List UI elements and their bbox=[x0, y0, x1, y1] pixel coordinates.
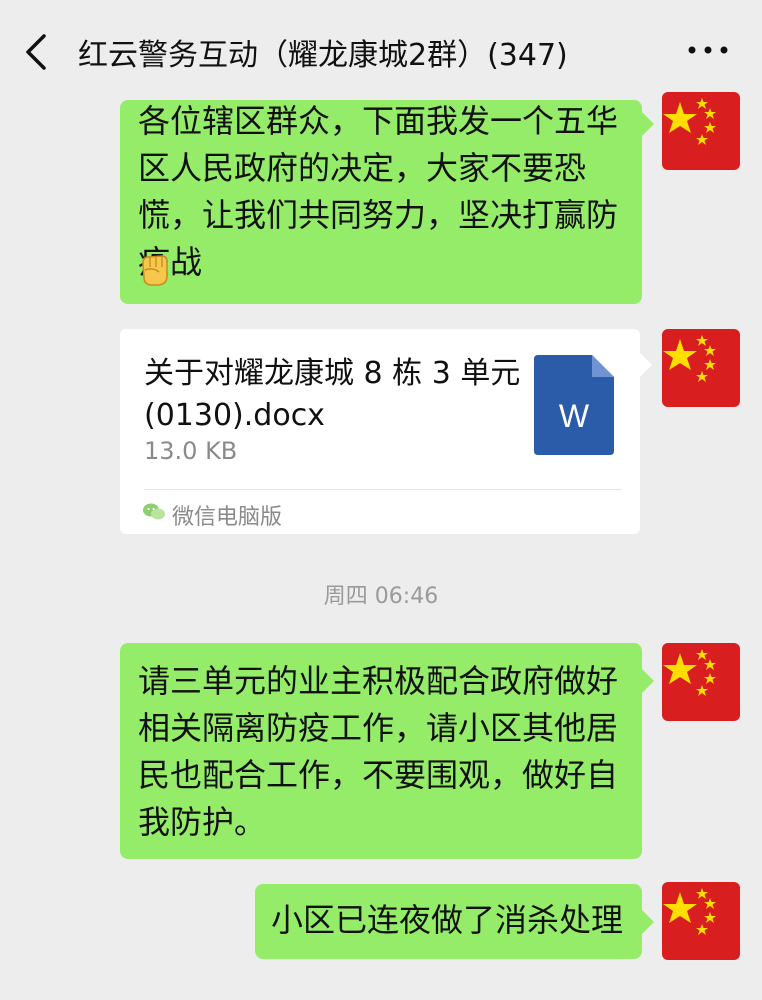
chat-title: 红云警务互动（耀龙康城2群）(347) bbox=[78, 38, 568, 73]
message-bubble[interactable]: 各位辖区群众，下面我发一个五华区人民政府的决定，大家不要恐慌，让我们共同努力，坚… bbox=[120, 100, 654, 304]
word-doc-icon: W bbox=[534, 355, 614, 455]
chat-header: 红云警务互动（耀龙康城2群）(347) bbox=[0, 0, 762, 100]
file-size: 13.0 KB bbox=[144, 437, 238, 465]
avatar[interactable] bbox=[662, 643, 740, 721]
file-name: 关于对耀龙康城 8 栋 3 单元(0130).docx bbox=[144, 356, 521, 433]
word-doc-badge: W bbox=[559, 398, 590, 434]
avatar[interactable] bbox=[662, 329, 740, 407]
avatar[interactable] bbox=[662, 92, 740, 170]
message-bubble[interactable]: 请三单元的业主积极配合政府做好相关隔离防疫工作，请小区其他居民也配合工作，不要围… bbox=[120, 643, 654, 859]
message-text: 小区已连夜做了消杀处理 bbox=[271, 901, 624, 939]
flag-avatar-icon bbox=[662, 329, 740, 407]
divider bbox=[144, 489, 622, 490]
message-list[interactable]: 各位辖区群众，下面我发一个五华区人民政府的决定，大家不要恐慌，让我们共同努力，坚… bbox=[0, 92, 762, 1000]
flag-avatar-icon bbox=[662, 882, 740, 960]
file-source-label: 微信电脑版 bbox=[172, 505, 283, 530]
message-text: 各位辖区群众，下面我发一个五华区人民政府的决定，大家不要恐慌，让我们共同努力，坚… bbox=[138, 102, 619, 281]
wechat-icon bbox=[143, 503, 165, 520]
avatar[interactable] bbox=[662, 882, 740, 960]
flag-avatar-icon bbox=[662, 643, 740, 721]
message-bubble[interactable]: 小区已连夜做了消杀处理 bbox=[255, 884, 654, 959]
raised-fist-emoji-icon bbox=[142, 255, 168, 286]
message-text: 请三单元的业主积极配合政府做好相关隔离防疫工作，请小区其他居民也配合工作，不要围… bbox=[138, 662, 619, 841]
flag-avatar-icon bbox=[662, 92, 740, 170]
file-message-card[interactable]: 关于对耀龙康城 8 栋 3 单元(0130).docx 13.0 KB W 微信… bbox=[120, 329, 652, 534]
chevron-left-icon[interactable] bbox=[20, 33, 54, 71]
more-dots-icon[interactable] bbox=[686, 38, 730, 62]
message-timestamp: 周四 06:46 bbox=[323, 584, 439, 609]
